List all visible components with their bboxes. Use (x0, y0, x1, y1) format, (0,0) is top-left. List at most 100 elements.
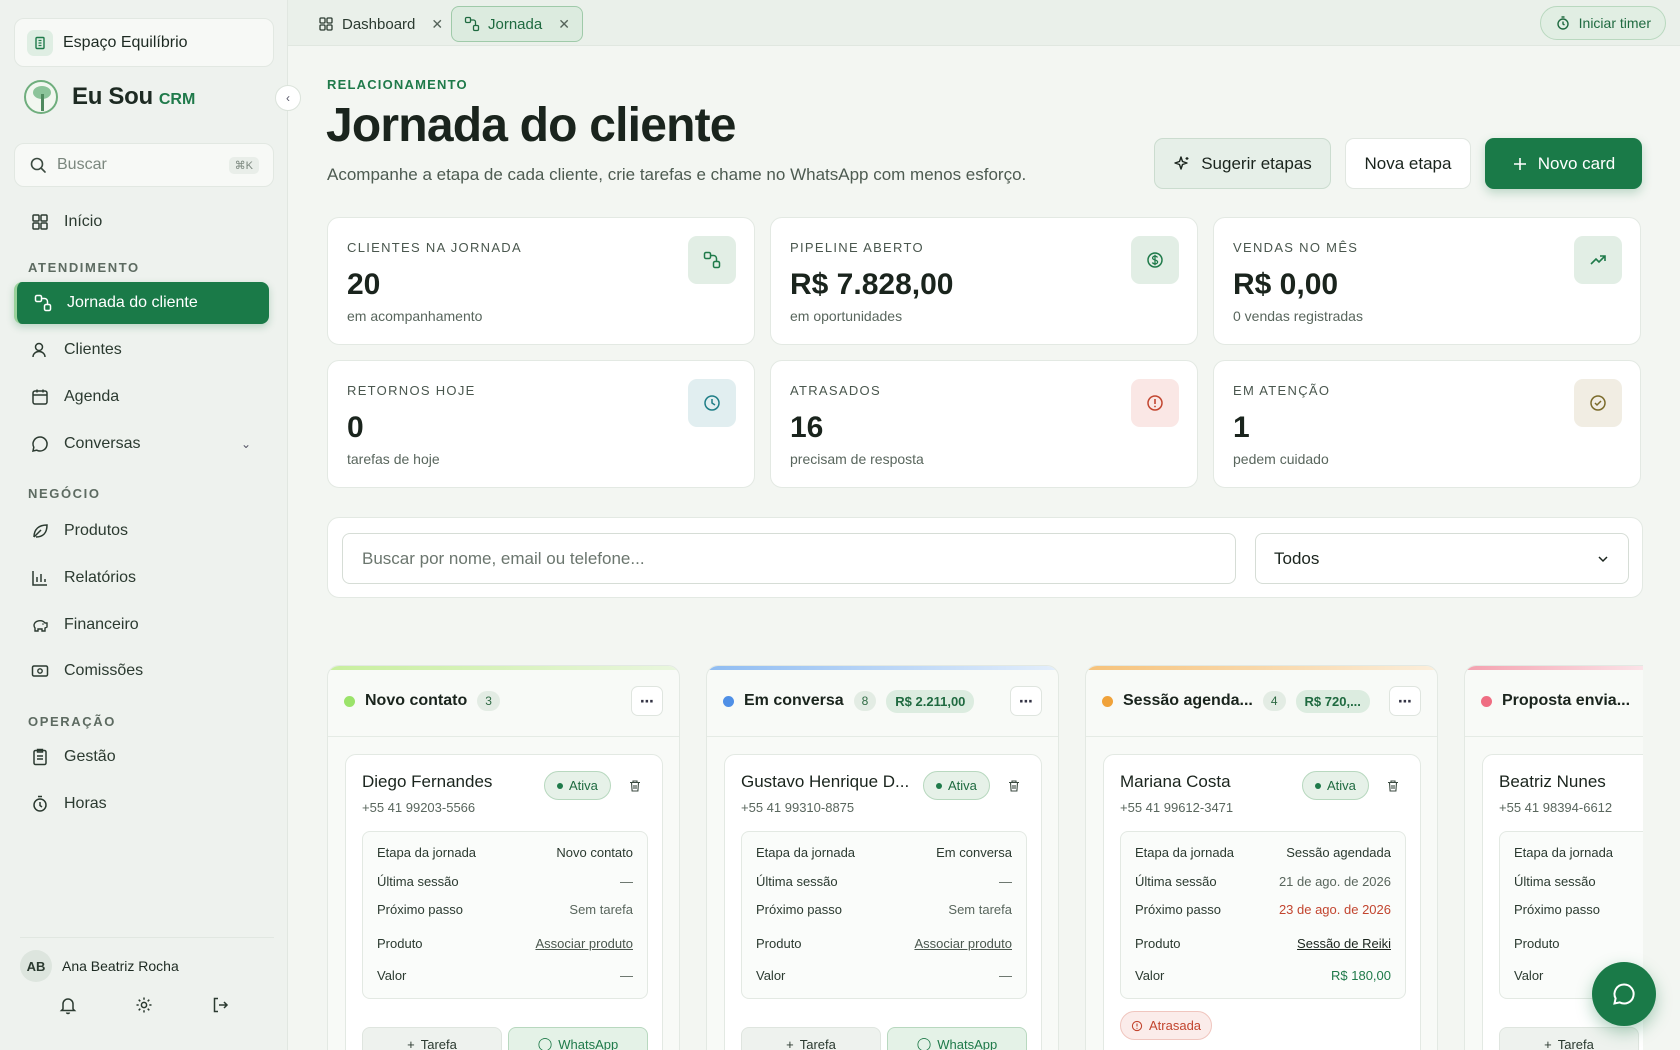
chat-fab-button[interactable] (1592, 962, 1656, 1026)
sidebar-item-comissoes[interactable]: Comissões (14, 650, 269, 692)
stat-sub: tarefas de hoje (347, 451, 440, 467)
client-phone: +55 41 99203-5566 (362, 800, 476, 815)
button-label: Tarefa (1557, 1036, 1594, 1050)
gear-icon[interactable] (134, 995, 154, 1015)
client-phone: +55 41 99612-3471 (1120, 800, 1234, 815)
detail-label: Próximo passo (1514, 902, 1600, 917)
stat-label: PIPELINE ABERTO (790, 240, 924, 255)
logout-icon[interactable] (210, 995, 230, 1015)
sidebar-item-horas[interactable]: Horas (14, 783, 269, 825)
brand-suffix: CRM (158, 91, 196, 108)
more-options-button[interactable]: ⋯ (1010, 686, 1042, 716)
status-dot (723, 695, 734, 707)
client-card[interactable]: Gustavo Henrique D... +55 41 99310-8875 … (724, 754, 1042, 1050)
trash-icon[interactable] (1007, 779, 1021, 793)
associate-product-link[interactable]: Associar produto (535, 936, 633, 951)
plus-icon (1513, 157, 1526, 170)
column-header: Proposta envia... (1481, 684, 1643, 718)
detail-row-last-session: Última sessão 21 de ago. de 2026 (1135, 874, 1391, 889)
page-subtitle: Acompanhe a etapa de cada cliente, crie … (327, 165, 1027, 184)
client-search-input[interactable]: Buscar por nome, email ou telefone... (342, 533, 1236, 584)
sidebar-item-conversas[interactable]: Conversas ⌄ (14, 423, 269, 465)
client-phone: +55 41 99310-8875 (741, 800, 855, 815)
divider (1465, 736, 1643, 737)
column-count: 4 (1262, 691, 1286, 711)
add-task-button[interactable]: + Tarefa (362, 1027, 502, 1050)
client-name: Mariana Costa (1120, 772, 1231, 791)
client-card[interactable]: Diego Fernandes +55 41 99203-5566 Ativa … (345, 754, 663, 1050)
brand-name: Eu Sou (72, 83, 153, 110)
sidebar-item-gestao[interactable]: Gestão (14, 736, 269, 778)
sidebar-item-relatorios[interactable]: Relatórios (14, 557, 269, 599)
detail-label: Etapa da jornada (756, 845, 856, 860)
tab-label: Jornada (488, 15, 543, 33)
sidebar-item-clientes[interactable]: Clientes (14, 329, 269, 371)
page-title: Jornada do cliente (326, 99, 737, 152)
client-card[interactable]: Mariana Costa +55 41 99612-3471 Ativa Et… (1103, 754, 1421, 1050)
suggest-stages-button[interactable]: Sugerir etapas (1154, 138, 1331, 189)
user-profile[interactable]: AB Ana Beatriz Rocha (20, 950, 179, 982)
add-task-button[interactable]: + Tarefa (741, 1027, 881, 1050)
tab-jornada[interactable]: Jornada ✕ (451, 6, 583, 42)
chat-bubble-icon: ◯ (537, 1036, 553, 1050)
detail-row-last-session: Última sessão (1514, 874, 1643, 889)
whatsapp-button[interactable]: ◯ WhatsApp (508, 1027, 648, 1050)
tab-dashboard[interactable]: Dashboard ✕ (306, 6, 455, 42)
stopwatch-icon (1556, 16, 1569, 30)
sidebar-item-inicio[interactable]: Início (14, 201, 269, 243)
sidebar-item-jornada[interactable]: Jornada do cliente (14, 282, 269, 324)
column-accent (1465, 666, 1643, 670)
plus-icon: + (407, 1036, 415, 1050)
filter-bar: Buscar por nome, email ou telefone... To… (327, 517, 1643, 598)
more-options-button[interactable]: ⋯ (631, 686, 663, 716)
column-accent (1086, 666, 1437, 670)
new-card-button[interactable]: Novo card (1485, 138, 1642, 189)
detail-value: — (999, 874, 1012, 889)
card-details: Etapa da jornada Em conversa Última sessã… (741, 831, 1027, 999)
stat-card-atrasados: ATRASADOS 16 precisam de resposta (770, 360, 1198, 488)
building-icon (27, 29, 53, 56)
sidebar-item-produtos[interactable]: Produtos (14, 510, 269, 552)
detail-row-value: Valor — (756, 968, 1012, 983)
sidebar-item-agenda[interactable]: Agenda (14, 376, 269, 418)
associate-product-link[interactable]: Associar produto (914, 936, 1012, 951)
sidebar-item-financeiro[interactable]: Financeiro (14, 604, 269, 646)
bell-icon[interactable] (58, 995, 78, 1015)
sidebar-footer-actions (0, 995, 288, 1015)
workspace-switcher[interactable]: Espaço Equilíbrio (14, 18, 274, 67)
whatsapp-button[interactable]: ◯ WhatsApp (887, 1027, 1027, 1050)
add-task-button[interactable]: + Tarefa (1499, 1027, 1639, 1050)
close-icon[interactable]: ✕ (558, 16, 570, 33)
stat-value: 16 (790, 411, 824, 444)
stat-value: 0 (347, 411, 364, 444)
chevron-down-icon[interactable]: ⌄ (241, 437, 251, 451)
calendar-icon (32, 389, 48, 405)
close-icon[interactable]: ✕ (431, 16, 443, 33)
card-details: Etapa da jornada Novo contato Última sess… (362, 831, 648, 999)
new-stage-button[interactable]: Nova etapa (1345, 138, 1471, 189)
detail-row-next-step: Próximo passo Sem tarefa (377, 902, 633, 917)
divider (328, 736, 679, 737)
column-title: Sessão agenda... (1123, 692, 1253, 709)
column-accent (328, 666, 679, 670)
status-dot (1102, 695, 1113, 707)
button-label: WhatsApp (558, 1036, 619, 1050)
trending-up-icon (1574, 236, 1622, 284)
status-select[interactable]: Todos (1255, 533, 1629, 584)
product-link[interactable]: Sessão de Reiki (1297, 936, 1391, 951)
start-timer-button[interactable]: Iniciar timer (1539, 6, 1666, 40)
stat-sub: em acompanhamento (347, 308, 483, 324)
trash-icon[interactable] (628, 779, 642, 793)
late-badge: Atrasada (1120, 1011, 1213, 1040)
sidebar-item-label: Gestão (64, 748, 116, 765)
detail-row-stage: Etapa da jornada Novo contato (377, 845, 633, 860)
collapse-sidebar-button[interactable]: ‹ (275, 85, 301, 111)
trash-icon[interactable] (1386, 779, 1400, 793)
sidebar-search[interactable]: Buscar ⌘K (14, 143, 274, 187)
client-name: Gustavo Henrique D... (741, 772, 910, 791)
stat-sub: pedem cuidado (1233, 451, 1329, 467)
more-options-button[interactable]: ⋯ (1389, 686, 1421, 716)
stat-card-atencao: EM ATENÇÃO 1 pedem cuidado (1213, 360, 1641, 488)
detail-row-next-step: Próximo passo 23 de ago. de 2026 (1135, 902, 1391, 917)
detail-row-stage: Etapa da jornada (1514, 845, 1643, 860)
